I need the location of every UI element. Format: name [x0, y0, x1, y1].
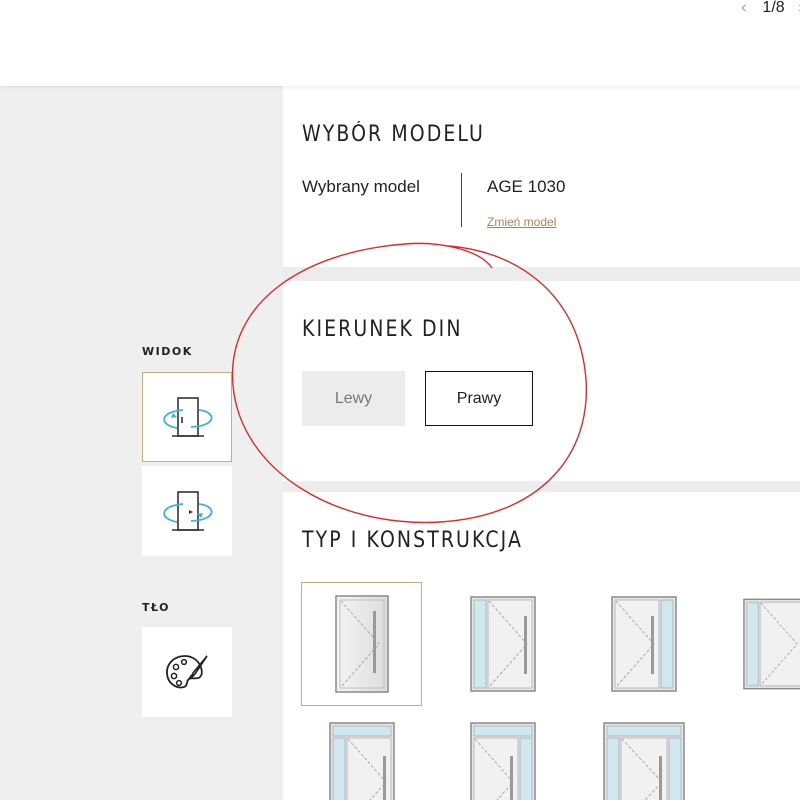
pager: ‹ 1/8 › [741, 0, 800, 16]
type-option-transom-sidelight-right[interactable] [442, 712, 563, 800]
din-left-button[interactable]: Lewy [302, 371, 405, 426]
pager-count: 1/8 [762, 0, 785, 16]
background-button[interactable] [142, 627, 232, 717]
main-content: WYBÓR MODELU Wybrany model AGE 1030 Zmie… [283, 86, 800, 800]
type-option-single[interactable] [301, 582, 422, 706]
type-option-transom-sidelights-both[interactable] [583, 712, 704, 800]
divider [461, 173, 462, 227]
door-rotate-outside-icon [163, 491, 213, 531]
model-panel: WYBÓR MODELU Wybrany model AGE 1030 Zmie… [283, 86, 800, 267]
door-sidelights-both-icon [743, 598, 800, 690]
type-option-sidelight-left[interactable] [442, 582, 563, 706]
type-section-title: TYP I KONSTRUKCJA [302, 528, 523, 553]
door-rotate-inside-icon [163, 397, 213, 437]
selected-model-value: AGE 1030 [487, 177, 566, 196]
change-model-link[interactable]: Zmień model [487, 215, 556, 229]
din-section-title: KIERUNEK DIN [302, 317, 463, 342]
top-bar: ‹ 1/8 › [0, 0, 800, 86]
selected-model-label: Wybrany model [302, 177, 420, 196]
door-sidelight-right-icon [610, 596, 677, 692]
din-panel: KIERUNEK DIN Lewy Prawy [283, 281, 800, 481]
background-label: TŁO [142, 601, 171, 614]
view-inside-button[interactable] [142, 372, 232, 462]
view-outside-button[interactable] [142, 466, 232, 556]
din-right-button[interactable]: Prawy [425, 371, 533, 426]
type-panel: TYP I KONSTRUKCJA [283, 492, 800, 800]
chevron-left-icon[interactable]: ‹ [741, 0, 746, 16]
door-transom-sidelights-both-icon [602, 722, 685, 800]
type-option-sidelight-right[interactable] [583, 582, 704, 706]
door-transom-sidelight-left-icon [328, 722, 395, 800]
configurator-page: ‹ 1/8 › WIDOK [0, 0, 800, 800]
door-single-icon [334, 595, 389, 693]
view-label: WIDOK [142, 345, 193, 358]
type-option-transom-sidelight-left[interactable] [301, 712, 422, 800]
palette-icon [166, 655, 208, 689]
view-sidebar: WIDOK TŁO [0, 86, 283, 800]
model-section-title: WYBÓR MODELU [302, 122, 485, 147]
door-transom-sidelight-right-icon [469, 722, 536, 800]
type-option-sidelights-both[interactable] [724, 582, 800, 706]
door-sidelight-left-icon [469, 596, 536, 692]
